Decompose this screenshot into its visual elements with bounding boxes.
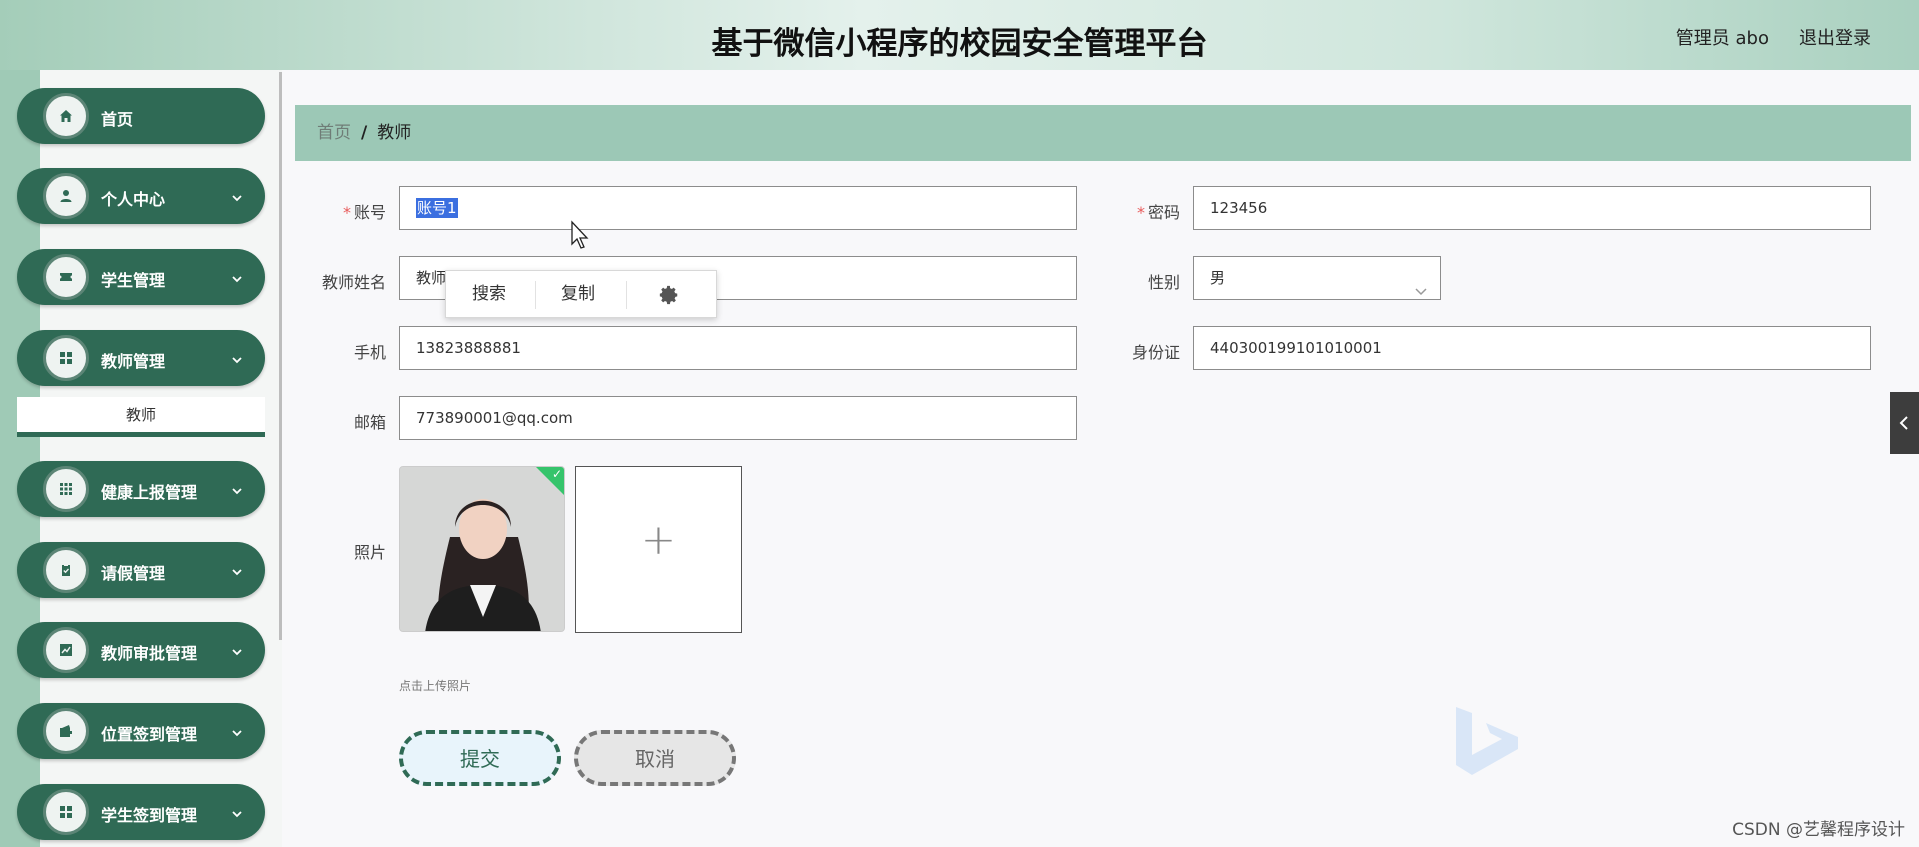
gear-icon[interactable]: [658, 284, 680, 306]
popup-copy-button[interactable]: 复制: [561, 271, 595, 317]
gender-label: 性别: [1147, 273, 1180, 292]
dots-grid-icon: [43, 466, 89, 512]
photo-upload-button[interactable]: +: [575, 466, 742, 633]
photo-label: 照片: [353, 543, 386, 562]
sidebar-item-label: 学生签到管理: [101, 806, 198, 825]
side-panel-toggle[interactable]: [1890, 392, 1919, 454]
uploaded-photo[interactable]: ✓: [399, 466, 565, 632]
chevron-down-icon: [231, 270, 243, 283]
teacher-name-label: 教师姓名: [321, 273, 386, 292]
password-label: * 密码: [1136, 203, 1180, 222]
user-icon: [43, 173, 89, 219]
text-selection-popup: 搜索 复制: [445, 270, 717, 318]
grid-icon: [43, 789, 89, 835]
current-user: 管理员 abo: [1675, 28, 1769, 49]
phone-input[interactable]: 13823888881: [399, 326, 1077, 370]
password-input[interactable]: 123456: [1193, 186, 1871, 230]
popup-divider: [535, 281, 536, 309]
sidebar-item-location-checkin[interactable]: 位置签到管理: [17, 703, 265, 759]
sidebar-item-teacher-management[interactable]: 教师管理: [17, 330, 265, 386]
required-mark: *: [1136, 203, 1145, 222]
sidebar-item-personal-center[interactable]: 个人中心: [17, 168, 265, 224]
popup-divider: [626, 281, 627, 309]
sidebar-item-leave-management[interactable]: 请假管理: [17, 542, 265, 598]
chevron-down-icon: [231, 189, 243, 202]
sidebar-item-health-report[interactable]: 健康上报管理: [17, 461, 265, 517]
bing-watermark-icon: [1456, 707, 1518, 775]
sidebar-item-label: 健康上报管理: [101, 483, 198, 502]
id-card-input[interactable]: 440300199101010001: [1193, 326, 1871, 370]
breadcrumb-home[interactable]: 首页: [317, 123, 351, 143]
submit-button[interactable]: 提交: [399, 730, 561, 786]
home-icon: [43, 93, 89, 139]
sidebar-subitem-teacher[interactable]: 教师: [17, 397, 265, 437]
sidebar-item-home[interactable]: 首页: [17, 88, 265, 144]
top-header: 基于微信小程序的校园安全管理平台 管理员 abo 退出登录: [0, 0, 1919, 70]
check-icon: ✓: [551, 467, 562, 481]
chevron-down-icon: [231, 482, 243, 495]
clipboard-icon: [43, 547, 89, 593]
csdn-watermark: CSDN @艺馨程序设计: [1732, 820, 1905, 840]
chevron-down-icon: [231, 724, 243, 737]
chevron-left-icon: [1899, 416, 1908, 430]
mouse-cursor-icon: [571, 220, 589, 249]
gender-value: 男: [1210, 269, 1226, 287]
sidebar-item-label: 教师审批管理: [101, 644, 198, 663]
breadcrumb-separator: /: [361, 123, 368, 143]
app-title: 基于微信小程序的校园安全管理平台: [711, 26, 1208, 62]
email-label: 邮箱: [353, 413, 386, 432]
gender-select[interactable]: 男: [1193, 256, 1441, 300]
sidebar-item-label: 首页: [101, 110, 134, 129]
grid-icon: [43, 335, 89, 381]
breadcrumb: 首页 / 教师: [295, 105, 1911, 161]
chevron-down-icon: [231, 351, 243, 364]
sidebar-item-student-checkin[interactable]: 学生签到管理: [17, 784, 265, 840]
sidebar-item-student-management[interactable]: 学生管理: [17, 249, 265, 305]
phone-label: 手机: [353, 343, 386, 362]
ticket-icon: [43, 254, 89, 300]
popup-search-button[interactable]: 搜索: [472, 271, 506, 317]
chevron-down-icon: [1414, 272, 1428, 296]
breadcrumb-current: 教师: [377, 123, 412, 143]
account-value: 账号1: [416, 198, 458, 218]
chevron-down-icon: [231, 563, 243, 576]
email-input[interactable]: 773890001@qq.com: [399, 396, 1077, 440]
sidebar-item-label: 学生管理: [101, 271, 166, 290]
sidebar-item-label: 教师管理: [101, 352, 166, 371]
cancel-button[interactable]: 取消: [574, 730, 736, 786]
sidebar-item-label: 请假管理: [101, 564, 166, 583]
required-mark: *: [342, 203, 351, 222]
chevron-down-icon: [231, 643, 243, 656]
sidebar-item-label: 位置签到管理: [101, 725, 198, 744]
account-input[interactable]: 账号1: [399, 186, 1077, 230]
account-label: * 账号: [342, 203, 386, 222]
sidebar-item-teacher-approval[interactable]: 教师审批管理: [17, 622, 265, 678]
chart-icon: [43, 627, 89, 673]
chevron-down-icon: [231, 805, 243, 818]
wallet-icon: [43, 708, 89, 754]
plus-icon: +: [640, 515, 677, 564]
upload-hint: 点击上传照片: [399, 679, 472, 693]
sidebar-item-label: 个人中心: [101, 190, 166, 209]
id-card-label: 身份证: [1131, 343, 1180, 362]
logout-link[interactable]: 退出登录: [1799, 24, 1871, 50]
